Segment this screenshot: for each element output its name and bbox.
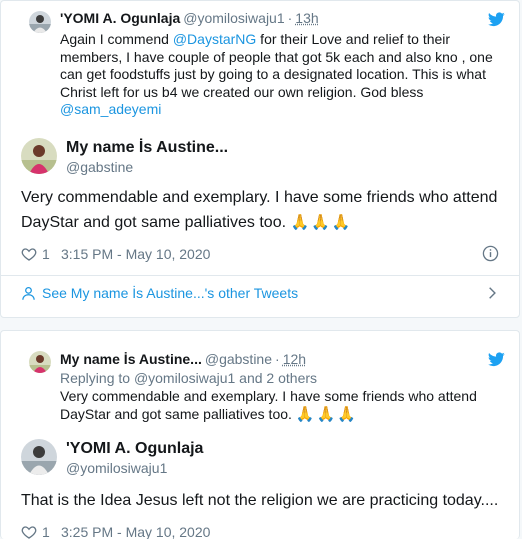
tweet-text-body: That is the Idea Jesus left not the reli…: [21, 492, 499, 509]
quoted-avatar[interactable]: [29, 11, 51, 33]
mention-link[interactable]: @sam_adeyemi: [60, 101, 161, 117]
separator-dot: ·: [287, 10, 293, 26]
quoted-name[interactable]: My name İs Austine...: [60, 351, 202, 367]
replying-to: Replying to @yomilosiwaju1 and 2 others: [60, 370, 501, 388]
heart-icon[interactable]: [21, 524, 37, 539]
pray-emoji: 🙏🙏🙏: [295, 405, 358, 423]
quoted-name[interactable]: 'YOMI A. Ogunlaja: [60, 10, 180, 26]
chevron-right-icon[interactable]: [485, 286, 499, 300]
see-more-label[interactable]: See My name İs Austine...'s other Tweets: [42, 282, 298, 304]
twitter-bird-icon[interactable]: [488, 352, 505, 367]
quoted-text: Very commendable and exemplary. I have s…: [60, 388, 501, 423]
heart-icon[interactable]: [21, 246, 37, 262]
person-icon: [22, 286, 35, 300]
quoted-text-body: Very commendable and exemplary. I have s…: [60, 388, 477, 422]
tweet-card-1: 'YOMI A. Ogunlaja @yomilosiwaju1 · 13h Agai…: [0, 0, 520, 318]
quoted-avatar[interactable]: [29, 351, 51, 373]
replying-handle[interactable]: @yomilosiwaju1: [134, 370, 235, 386]
quoted-handle[interactable]: @yomilosiwaju1: [183, 10, 284, 26]
quoted-text: Again I commend @DaystarNG for their Lov…: [60, 31, 501, 119]
quoted-tweet[interactable]: My name İs Austine... @gabstine · 12h Reply…: [29, 350, 509, 436]
twitter-bird-icon[interactable]: [488, 12, 505, 27]
quoted-header: 'YOMI A. Ogunlaja @yomilosiwaju1 · 13h: [60, 9, 319, 27]
tweet-card-2: My name İs Austine... @gabstine · 12h Reply…: [0, 330, 520, 539]
author-name[interactable]: 'YOMI A. Ogunlaja: [66, 439, 203, 459]
divider: [1, 275, 519, 276]
author-avatar[interactable]: [21, 439, 57, 475]
tweet-meta: 1 3:15 PM - May 10, 2020: [21, 244, 499, 264]
quoted-time[interactable]: 12h: [283, 351, 306, 367]
quoted-header: My name İs Austine... @gabstine · 12h: [60, 350, 306, 368]
like-count[interactable]: 1: [42, 244, 50, 264]
info-icon[interactable]: [482, 245, 499, 262]
author-handle[interactable]: @gabstine: [66, 158, 133, 176]
author-avatar[interactable]: [21, 138, 57, 174]
quoted-time[interactable]: 13h: [295, 10, 318, 26]
tweet-timestamp[interactable]: 3:25 PM - May 10, 2020: [61, 522, 210, 539]
mention-link[interactable]: @DaystarNG: [173, 31, 256, 47]
quoted-text-part: Again I commend: [60, 31, 173, 47]
tweet-text-body: Very commendable and exemplary. I have s…: [21, 189, 498, 231]
tweet-meta: 1 3:25 PM - May 10, 2020: [21, 522, 499, 539]
quoted-tweet[interactable]: 'YOMI A. Ogunlaja @yomilosiwaju1 · 13h Agai…: [29, 9, 509, 121]
tweet-text: Very commendable and exemplary. I have s…: [21, 185, 499, 235]
see-more-tweets-link[interactable]: See My name İs Austine...'s other Tweets: [21, 282, 499, 304]
quoted-handle[interactable]: @gabstine: [205, 351, 272, 367]
replying-prefix: Replying to: [60, 370, 134, 386]
pray-emoji: 🙏🙏🙏: [290, 214, 353, 231]
author-handle[interactable]: @yomilosiwaju1: [66, 459, 167, 477]
separator-dot: ·: [275, 351, 280, 367]
replying-suffix[interactable]: and 2 others: [235, 370, 317, 386]
tweet-text: That is the Idea Jesus left not the reli…: [21, 488, 499, 513]
like-count[interactable]: 1: [42, 522, 50, 539]
tweet-timestamp[interactable]: 3:15 PM - May 10, 2020: [61, 244, 210, 264]
author-name[interactable]: My name İs Austine...: [66, 138, 228, 158]
